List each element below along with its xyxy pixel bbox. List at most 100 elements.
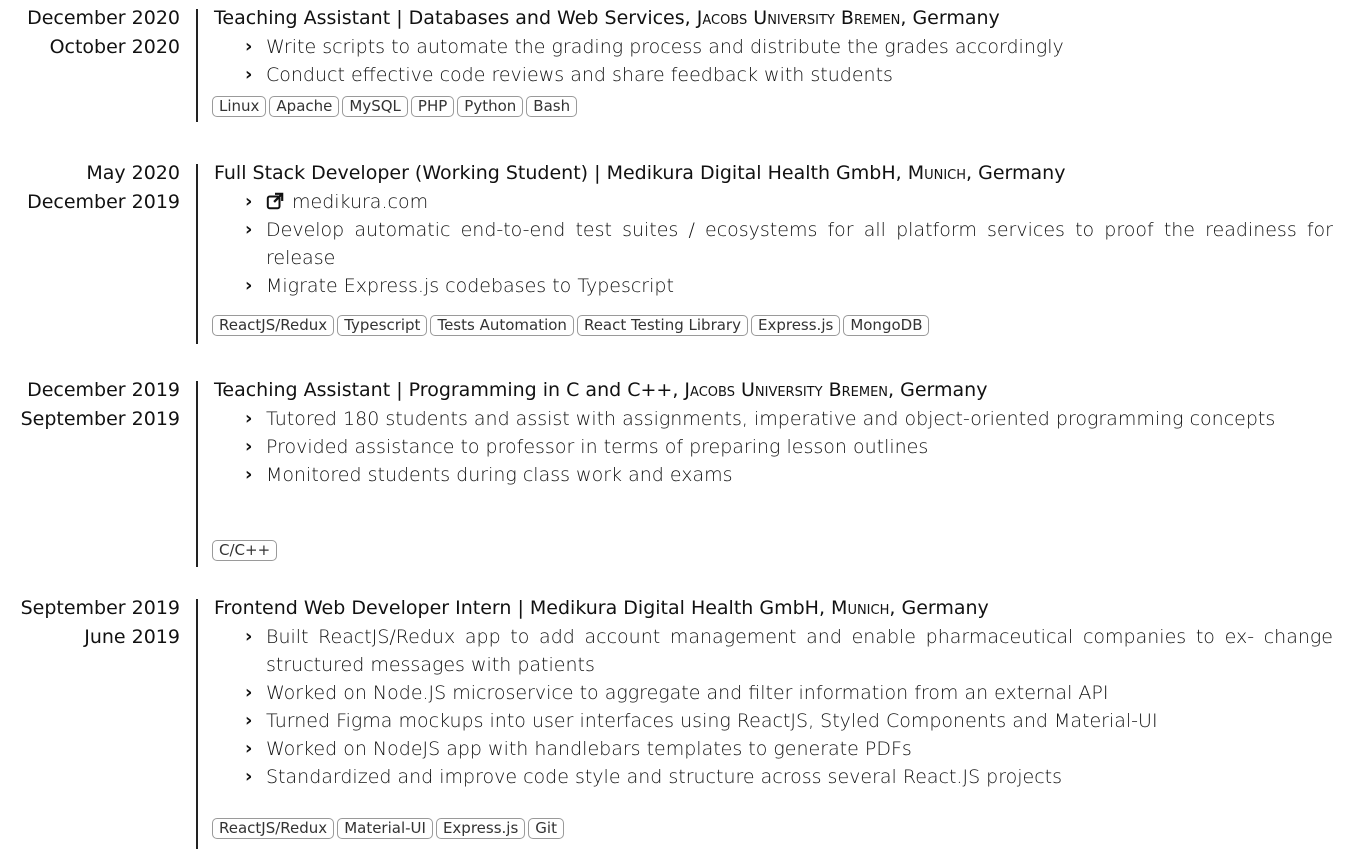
- list-item: › Write scripts to automate the grading p…: [214, 33, 1333, 61]
- tag: ReactJS/Redux: [212, 315, 335, 336]
- list-item: › Built ReactJS/Redux app to add account …: [214, 623, 1333, 679]
- date-end: December 2019: [27, 379, 180, 401]
- company-link[interactable]: medikura.com: [292, 191, 428, 213]
- date-range: May 2020 December 2019: [0, 159, 180, 217]
- role: Frontend Web Developer Intern: [214, 597, 512, 619]
- city: Munich: [907, 162, 967, 184]
- bullet-text: Develop automatic end-to-end test suites…: [266, 219, 1333, 269]
- tag-list: Linux Apache MySQL PHP Python Bash: [212, 96, 578, 117]
- pipe-separator: |: [511, 597, 530, 619]
- bullet-text: Write scripts to automate the grading pr…: [266, 36, 1064, 58]
- tag: Bash: [526, 96, 578, 117]
- date-start: October 2020: [49, 36, 180, 58]
- bullet-list: › Built ReactJS/Redux app to add account …: [214, 623, 1333, 791]
- comma-separator: ,: [900, 7, 913, 29]
- entry-title: Full Stack Developer (Working Student) |…: [214, 159, 1333, 188]
- organization: Jacobs University Bremen: [696, 7, 901, 29]
- pipe-separator: |: [588, 162, 607, 184]
- tag: PHP: [410, 96, 455, 117]
- timeline-divider: [196, 164, 198, 344]
- bullet-text: Worked on Node.JS microservice to aggreg…: [266, 682, 1109, 704]
- bullet-text: Worked on NodeJS app with handlebars tem…: [266, 738, 912, 760]
- course: Databases and Web Services: [408, 7, 685, 29]
- tag: MySQL: [342, 96, 408, 117]
- chevron-right-icon: ›: [245, 219, 253, 240]
- chevron-right-icon: ›: [245, 766, 253, 787]
- tag: Express.js: [750, 315, 841, 336]
- list-item: › Tutored 180 students and assist with as…: [214, 405, 1333, 433]
- bullet-text: Standardized and improve code style and …: [266, 766, 1063, 788]
- list-item: › Migrate Express.js codebases to Typescr…: [214, 272, 1333, 300]
- list-item: › Conduct effective code reviews and shar…: [214, 61, 1333, 89]
- bullet-list: › Write scripts to automate the grading p…: [214, 33, 1333, 89]
- city: Munich: [831, 597, 890, 619]
- chevron-right-icon: ›: [245, 408, 253, 429]
- chevron-right-icon: ›: [245, 682, 253, 703]
- comma-separator: ,: [684, 7, 697, 29]
- date-start: September 2019: [20, 408, 180, 430]
- tag-list: ReactJS/Redux Typescript Tests Automatio…: [212, 315, 930, 336]
- tag-list: ReactJS/Redux Material-UI Express.js Git: [212, 818, 564, 839]
- tag: C/C++: [212, 540, 278, 561]
- tag: Typescript: [337, 315, 428, 336]
- comma-separator: ,: [889, 597, 902, 619]
- tag: ReactJS/Redux: [212, 818, 335, 839]
- comma-separator: ,: [672, 379, 685, 401]
- chevron-right-icon: ›: [245, 64, 253, 85]
- entry-title: Teaching Assistant | Databases and Web S…: [214, 4, 1333, 33]
- list-item: › Monitored students during class work an…: [214, 461, 1333, 489]
- country: Germany: [912, 7, 1000, 29]
- pipe-separator: |: [390, 379, 409, 401]
- list-item: › Worked on Node.JS microservice to aggre…: [214, 679, 1333, 707]
- tag-list: C/C++: [212, 540, 278, 561]
- bullet-list: › medikura.com › Develop automatic end-to-…: [214, 188, 1333, 300]
- timeline-divider: [196, 599, 198, 849]
- entry-content: Teaching Assistant | Databases and Web S…: [214, 4, 1333, 89]
- bullet-text: Migrate Express.js codebases to Typescri…: [266, 275, 674, 297]
- chevron-right-icon: ›: [245, 275, 253, 296]
- comma-separator: ,: [895, 162, 908, 184]
- chevron-right-icon: ›: [245, 36, 253, 57]
- date-range: December 2019 September 2019: [0, 376, 180, 434]
- date-range: September 2019 June 2019: [0, 594, 180, 652]
- chevron-right-icon: ›: [245, 738, 253, 759]
- entry-content: Teaching Assistant | Programming in C an…: [214, 376, 1333, 489]
- bullet-text: Provided assistance to professor in term…: [266, 436, 929, 458]
- date-start: December 2019: [27, 191, 180, 213]
- timeline-divider: [196, 9, 198, 122]
- tag: MongoDB: [843, 315, 930, 336]
- entry-title: Frontend Web Developer Intern | Medikura…: [214, 594, 1333, 623]
- external-link-icon[interactable]: [266, 192, 284, 210]
- tag: React Testing Library: [576, 315, 748, 336]
- chevron-right-icon: ›: [245, 710, 253, 731]
- organization: Jacobs University Bremen: [684, 379, 889, 401]
- list-item: › Turned Figma mockups into user interfac…: [214, 707, 1333, 735]
- date-end: September 2019: [20, 597, 180, 619]
- comma-separator: ,: [966, 162, 979, 184]
- tag: Python: [457, 96, 524, 117]
- comma-separator: ,: [888, 379, 901, 401]
- company: Medikura Digital Health GmbH: [529, 597, 819, 619]
- role: Teaching Assistant: [214, 7, 391, 29]
- country: Germany: [978, 162, 1066, 184]
- list-item: › Worked on NodeJS app with handlebars te…: [214, 735, 1333, 763]
- country: Germany: [900, 379, 988, 401]
- chevron-right-icon: ›: [245, 191, 253, 212]
- bullet-list: › Tutored 180 students and assist with as…: [214, 405, 1333, 489]
- timeline-divider: [196, 381, 198, 567]
- country: Germany: [901, 597, 989, 619]
- entry-content: Full Stack Developer (Working Student) |…: [214, 159, 1333, 300]
- tag: Git: [528, 818, 564, 839]
- tag: Apache: [269, 96, 340, 117]
- chevron-right-icon: ›: [245, 464, 253, 485]
- chevron-right-icon: ›: [245, 436, 253, 457]
- tag: Tests Automation: [430, 315, 574, 336]
- comma-separator: ,: [818, 597, 832, 619]
- pipe-separator: |: [390, 7, 409, 29]
- bullet-text: Built ReactJS/Redux app to add account m…: [266, 626, 1333, 676]
- tag: Express.js: [435, 818, 526, 839]
- date-range: December 2020 October 2020: [0, 4, 180, 62]
- role: Full Stack Developer (Working Student): [214, 162, 589, 184]
- entry-title: Teaching Assistant | Programming in C an…: [214, 376, 1333, 405]
- bullet-text: Turned Figma mockups into user interface…: [266, 710, 1158, 732]
